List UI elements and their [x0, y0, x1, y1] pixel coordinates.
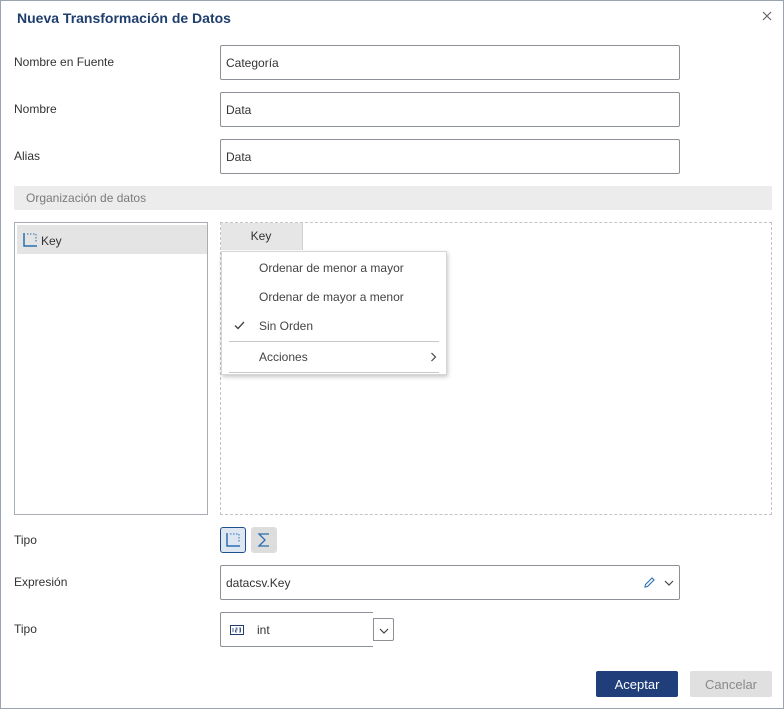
data-type-dropdown-button[interactable] [373, 618, 394, 641]
key-chip-label: Key [250, 229, 272, 243]
alias-label: Alias [14, 149, 41, 163]
name-input[interactable] [220, 92, 680, 127]
list-item-key[interactable]: Key [17, 225, 207, 254]
menu-item-label: Acciones [259, 350, 308, 364]
dialog-title: Nueva Transformación de Datos [17, 10, 231, 26]
close-icon[interactable] [760, 9, 774, 23]
tipo-measure-button[interactable] [251, 527, 277, 553]
menu-item-label: Ordenar de menor a mayor [259, 261, 404, 275]
expression-label: Expresión [14, 575, 68, 589]
menu-item-label: Ordenar de mayor a menor [259, 290, 404, 304]
expression-value: datacsv.Key [226, 576, 291, 590]
menu-divider [229, 372, 439, 373]
sort-context-menu: Ordenar de menor a mayor Ordenar de mayo… [221, 251, 447, 375]
menu-item-label: Sin Orden [259, 319, 314, 333]
data-organization-header: Organización de datos [14, 186, 772, 210]
check-icon [234, 321, 245, 330]
name-label: Nombre [14, 102, 57, 116]
list-item-label: Key [41, 234, 62, 248]
chevron-down-icon[interactable] [664, 579, 674, 587]
section-title: Organización de datos [26, 191, 147, 205]
menu-item-sort-descending[interactable]: Ordenar de mayor a menor [222, 284, 446, 310]
data-type-value: int [257, 623, 270, 637]
available-fields-list: Key [14, 222, 208, 515]
alias-input[interactable] [220, 139, 680, 174]
source-name-label: Nombre en Fuente [14, 55, 115, 69]
sigma-icon [257, 533, 269, 547]
data-type-label: Tipo [14, 622, 37, 636]
tipo-dimension-button[interactable] [220, 527, 246, 553]
accept-button[interactable]: Aceptar [596, 671, 678, 697]
menu-divider [229, 341, 439, 342]
transformation-dialog: Nueva Transformación de Datos Nombre en … [0, 0, 784, 709]
dimension-icon [23, 233, 37, 247]
menu-item-actions[interactable]: Acciones [222, 344, 446, 370]
number-123-icon [230, 625, 244, 635]
menu-item-no-sort[interactable]: Sin Orden [222, 313, 446, 339]
source-name-input[interactable] [220, 45, 680, 80]
cancel-button[interactable]: Cancelar [690, 671, 772, 697]
pencil-icon[interactable] [643, 576, 656, 589]
tipo-label: Tipo [14, 533, 37, 547]
expression-field[interactable]: datacsv.Key [220, 565, 680, 600]
chevron-down-icon [379, 628, 389, 634]
key-field-chip[interactable]: Key [221, 223, 303, 250]
menu-item-sort-ascending[interactable]: Ordenar de menor a mayor [222, 255, 446, 281]
chevron-right-icon [431, 352, 437, 362]
dimension-icon [226, 533, 240, 547]
data-type-field[interactable]: int [220, 612, 373, 647]
